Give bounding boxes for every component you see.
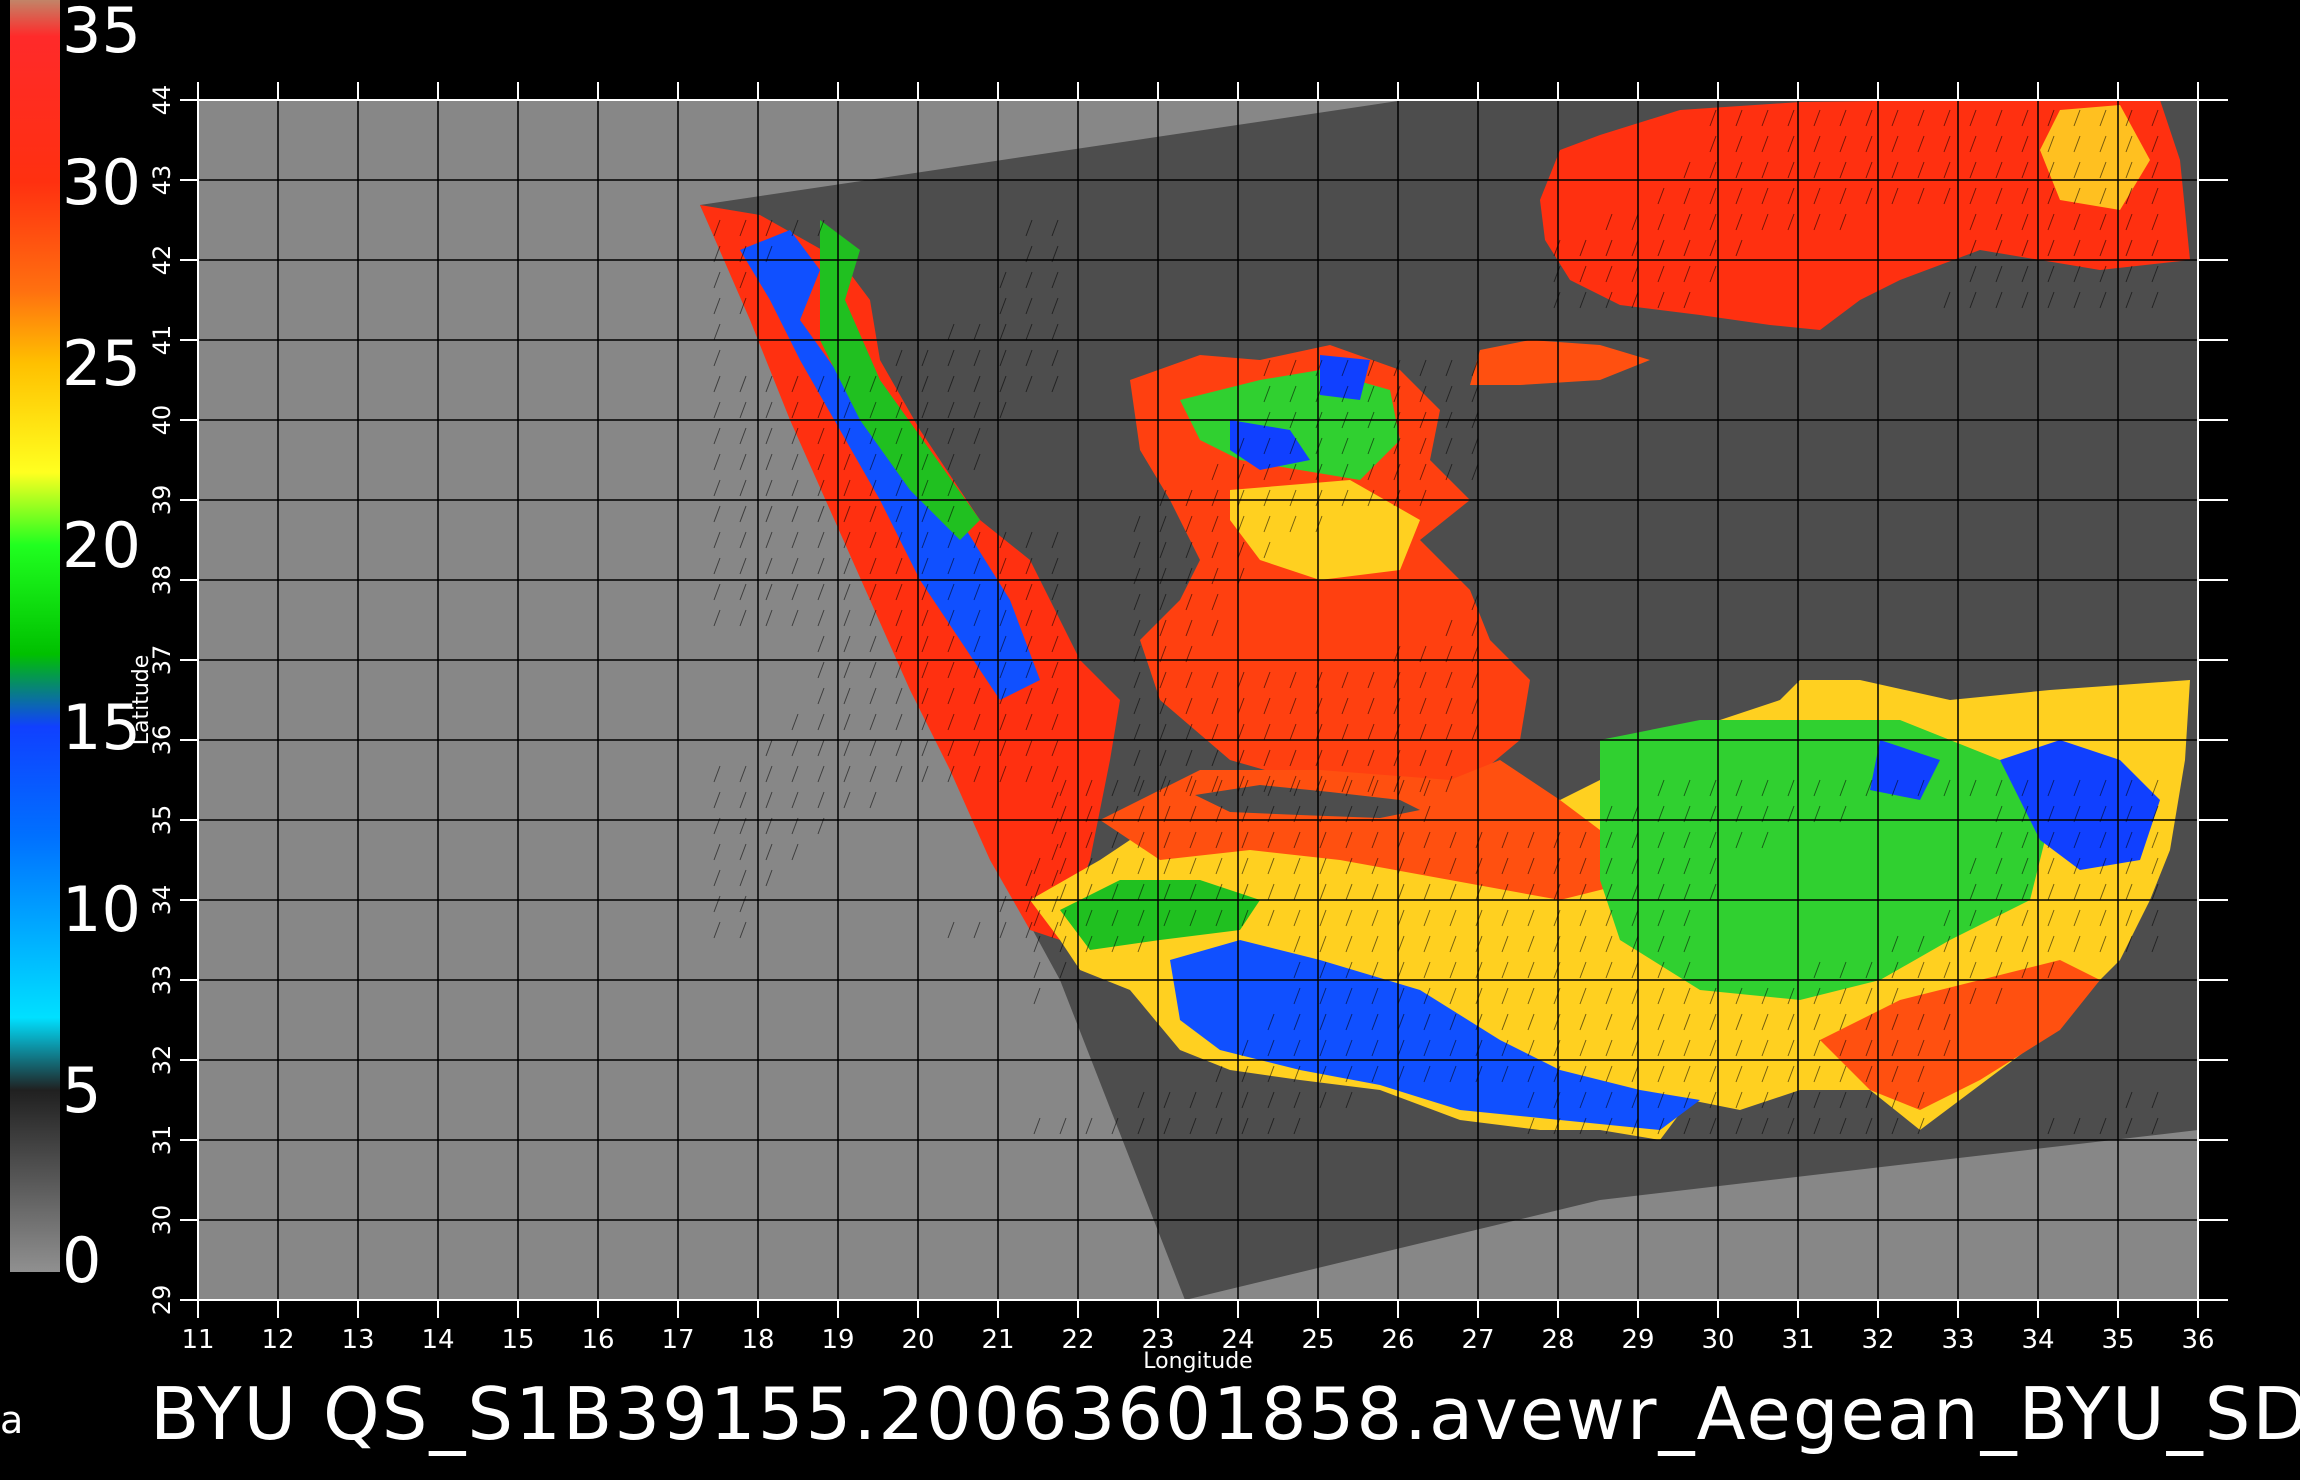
y-tick-label: 35 <box>148 805 176 836</box>
x-tick-label: 12 <box>261 1325 294 1355</box>
colorbar-label: 5 <box>62 1054 102 1128</box>
y-tick-label: 33 <box>148 965 176 996</box>
x-tick-label: 35 <box>2101 1325 2134 1355</box>
colorbar-label: 10 <box>62 872 141 946</box>
x-axis-title: Longitude <box>1143 1349 1252 1374</box>
colorbar <box>10 0 60 1272</box>
x-tick-label: 14 <box>421 1325 454 1355</box>
y-tick-label: 38 <box>148 565 176 596</box>
x-tick-label: 11 <box>181 1325 214 1355</box>
colorbar-label: 30 <box>62 145 141 219</box>
colorbar-label: 35 <box>62 0 141 67</box>
x-tick-label: 15 <box>501 1325 534 1355</box>
x-tick-label: 34 <box>2021 1325 2054 1355</box>
x-tick-label: 36 <box>2181 1325 2214 1355</box>
y-tick-label: 40 <box>148 405 176 436</box>
footer-left-mark: a <box>0 1398 24 1442</box>
x-tick-label: 21 <box>981 1325 1014 1355</box>
x-tick-label: 33 <box>1941 1325 1974 1355</box>
x-tick-label: 18 <box>741 1325 774 1355</box>
y-tick-label: 39 <box>148 485 176 516</box>
colorbar-label: 25 <box>62 327 141 401</box>
x-tick-label: 30 <box>1701 1325 1734 1355</box>
y-tick-label: 29 <box>148 1285 176 1316</box>
y-tick-label: 31 <box>148 1125 176 1156</box>
footer-title: BYU QS_S1B39155.20063601858.avewr_Aegean… <box>150 1372 2300 1456</box>
x-tick-label: 32 <box>1861 1325 1894 1355</box>
x-tick-label: 25 <box>1301 1325 1334 1355</box>
y-tick-label: 30 <box>148 1205 176 1236</box>
x-tick-label: 26 <box>1381 1325 1414 1355</box>
y-tick-label: 34 <box>148 885 176 916</box>
x-tick-label: 27 <box>1461 1325 1494 1355</box>
x-tick-label: 28 <box>1541 1325 1574 1355</box>
x-tick-label: 22 <box>1061 1325 1094 1355</box>
y-tick-label: 42 <box>148 245 176 276</box>
x-tick-label: 20 <box>901 1325 934 1355</box>
colorbar-label: 0 <box>62 1224 102 1297</box>
y-tick-label: 43 <box>148 165 176 196</box>
y-tick-label: 32 <box>148 1045 176 1076</box>
x-tick-label: 16 <box>581 1325 614 1355</box>
x-tick-label: 19 <box>821 1325 854 1355</box>
y-tick-label: 41 <box>148 325 176 356</box>
x-tick-label: 17 <box>661 1325 694 1355</box>
x-tick-label: 13 <box>341 1325 374 1355</box>
colorbar-label: 20 <box>62 509 141 583</box>
y-tick-label: 44 <box>148 85 176 116</box>
colorbar-label: 15 <box>62 690 141 764</box>
x-tick-label: 31 <box>1781 1325 1814 1355</box>
x-tick-label: 29 <box>1621 1325 1654 1355</box>
map-figure: 11 12 13 14 15 16 17 18 19 20 21 22 23 24 25 26 27 28 29 30… <box>10 0 2228 1374</box>
